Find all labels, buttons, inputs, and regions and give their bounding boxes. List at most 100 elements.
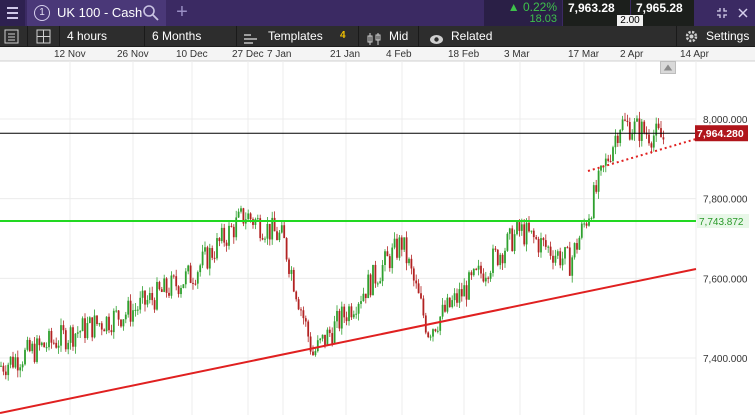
candle-body — [165, 278, 168, 293]
candle-body — [612, 147, 614, 162]
x-tick-label: 27 Dec — [232, 49, 264, 60]
candle-body — [559, 251, 562, 266]
candle-body — [484, 277, 487, 282]
x-tick-label: 7 Jan — [267, 49, 291, 60]
candle-body — [345, 317, 348, 322]
candle-body — [40, 342, 43, 346]
y-tick-label: 7,800.000 — [703, 195, 748, 206]
collapse-icon[interactable] — [712, 0, 732, 26]
close-icon[interactable] — [733, 0, 753, 26]
x-tick-label: 26 Nov — [117, 49, 149, 60]
x-tick-label: 18 Feb — [448, 49, 480, 60]
related-button[interactable]: Related — [451, 26, 492, 47]
candle-body — [549, 246, 552, 256]
candle-body — [465, 285, 468, 300]
x-tick-label: 12 Nov — [54, 49, 86, 60]
candle-body — [153, 300, 156, 310]
settings-button[interactable]: Settings — [706, 26, 749, 47]
candle-body — [52, 342, 55, 344]
hamburger-icon[interactable] — [0, 0, 25, 26]
candle-body — [427, 332, 430, 338]
interval-selector[interactable]: 4 hours — [67, 26, 107, 47]
candle-body — [655, 123, 658, 136]
trendline-support — [0, 268, 697, 414]
candle-body — [384, 251, 386, 266]
candle-body — [636, 118, 638, 122]
templates-button[interactable]: Templates — [268, 26, 323, 47]
candle-body — [2, 365, 5, 372]
candle-body — [163, 278, 166, 292]
candle-body — [552, 255, 554, 263]
instrument-number: 1 — [34, 5, 50, 21]
candle-body — [499, 254, 502, 266]
candle-body — [57, 345, 60, 348]
candle-body — [595, 185, 598, 192]
candle-body — [607, 158, 610, 161]
candle-body — [55, 342, 58, 348]
candle-body — [458, 289, 461, 303]
instrument-tab[interactable]: 1 UK 100 - Cash — [27, 0, 166, 26]
candle-body — [182, 284, 185, 288]
plus-icon[interactable]: + — [172, 0, 192, 26]
change-percent: ▲ 0.22% — [508, 0, 557, 14]
y-tick-label: 7,600.000 — [703, 274, 748, 285]
candle-body — [96, 315, 98, 325]
candle-body — [189, 265, 192, 283]
buy-price: 7,965.28 — [636, 1, 683, 15]
candle-body — [369, 274, 372, 296]
candle-body — [304, 318, 307, 322]
candle-body — [338, 310, 341, 329]
candle-body — [333, 321, 336, 344]
candle-body — [434, 329, 437, 332]
eye-icon — [429, 31, 444, 44]
candle-body — [542, 238, 545, 241]
scroll-to-latest-icon[interactable] — [660, 61, 676, 74]
candle-body — [112, 310, 115, 333]
candle-body — [300, 309, 302, 311]
candle-body — [374, 264, 377, 284]
candle-body — [564, 247, 566, 259]
price-chart[interactable]: 12 Nov 26 Nov 10 Dec 27 Dec 7 Jan 21 Jan 4 Feb… — [0, 47, 755, 415]
candle-body — [640, 121, 643, 141]
range-selector[interactable]: 6 Months — [152, 26, 201, 47]
candle-body — [247, 213, 250, 220]
candle-body — [504, 250, 506, 264]
candle-body — [64, 330, 67, 350]
candle-body — [160, 289, 163, 292]
chart-canvas[interactable]: 12 Nov 26 Nov 10 Dec 27 Dec 7 Jan 21 Jan 4 Feb… — [0, 47, 755, 415]
candle-body — [280, 225, 283, 233]
candle-body — [576, 243, 578, 250]
search-icon[interactable] — [142, 4, 160, 22]
candle-body — [19, 367, 22, 371]
candle-body — [580, 223, 583, 238]
candle-body — [453, 293, 456, 301]
candle-body — [93, 315, 96, 338]
candle-body — [393, 238, 396, 248]
candle-body — [91, 317, 94, 338]
candle-body — [372, 264, 374, 296]
candle-body — [316, 340, 319, 352]
gear-icon — [684, 29, 699, 44]
candle-body — [201, 251, 204, 266]
layout-grid-icon[interactable] — [36, 29, 51, 44]
candle-body — [4, 371, 7, 376]
candle-body — [472, 268, 475, 276]
candle-body — [398, 237, 401, 258]
candle-body — [232, 226, 235, 238]
candlestick-icon — [367, 31, 383, 45]
candle-body — [336, 310, 338, 322]
candle-body — [283, 225, 286, 239]
candle-body — [648, 134, 650, 144]
candle-body — [400, 237, 403, 250]
price-type-button[interactable]: Mid — [389, 26, 408, 47]
candle-body — [105, 316, 108, 332]
list-icon[interactable] — [4, 29, 19, 44]
candle-body — [429, 336, 432, 338]
candle-body — [609, 160, 612, 162]
candle-body — [487, 277, 490, 279]
candle-body — [76, 332, 79, 334]
candle-body — [81, 318, 84, 332]
candle-body — [33, 343, 36, 362]
candle-body — [616, 135, 619, 144]
candle-body — [230, 225, 233, 227]
